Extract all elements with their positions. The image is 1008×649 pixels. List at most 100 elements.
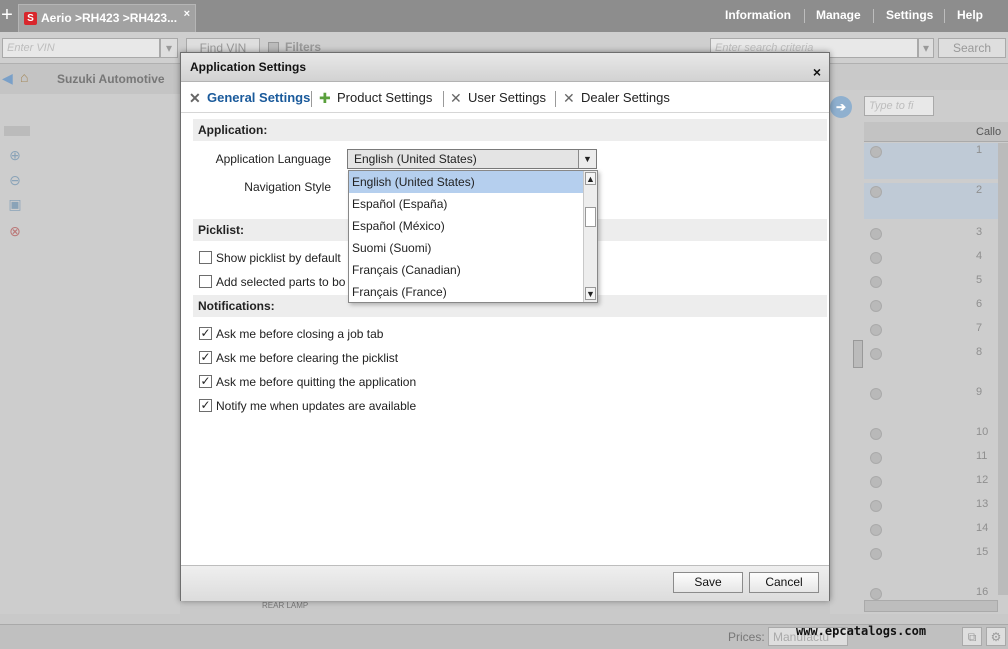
search-button[interactable]: Search — [938, 38, 1006, 58]
callout-row-icon[interactable] — [870, 252, 882, 264]
notification-checkbox[interactable]: ✓ — [199, 375, 212, 388]
notification-checkbox[interactable]: ✓ — [199, 351, 212, 364]
tools-icon: ✕ — [563, 90, 575, 106]
new-tab-button[interactable]: + — [0, 4, 14, 26]
callout-filter-input[interactable]: Type to fi — [864, 96, 934, 116]
callout-hscrollbar[interactable] — [864, 600, 998, 612]
callout-row-icon[interactable] — [870, 588, 882, 600]
callout-row-number: 5 — [976, 274, 983, 286]
tab-divider — [443, 91, 444, 107]
job-tab[interactable]: S Aerio >RH423 >RH423... × — [18, 4, 196, 32]
callout-row-icon[interactable] — [870, 524, 882, 536]
notification-label: Ask me before closing a job tab — [216, 327, 384, 341]
tab-divider — [311, 91, 312, 107]
callout-row-icon[interactable] — [870, 186, 882, 198]
navigation-style-label: Navigation Style — [244, 180, 331, 194]
language-option[interactable]: Español (España) — [349, 193, 583, 215]
tab-user-settings[interactable]: ✕ User Settings — [448, 83, 546, 113]
callout-row-icon[interactable] — [870, 300, 882, 312]
callout-row-number: 16 — [976, 586, 989, 598]
callout-row-number: 2 — [976, 184, 983, 196]
dropdown-scrollbar[interactable]: ▲ ▼ — [583, 171, 597, 302]
close-tab-icon[interactable]: × — [184, 1, 190, 27]
breadcrumb-label[interactable]: Suzuki Automotive — [57, 72, 165, 86]
scroll-down-icon[interactable]: ▼ — [585, 287, 596, 300]
notification-checkbox[interactable]: ✓ — [199, 327, 212, 340]
back-arrow-icon[interactable]: ◀ — [2, 70, 13, 87]
callout-row-number: 14 — [976, 522, 989, 534]
callout-row-number: 7 — [976, 322, 983, 334]
save-button[interactable]: Save — [673, 572, 743, 593]
callout-row-number: 9 — [976, 386, 983, 398]
picklist-checkbox-1[interactable] — [199, 275, 212, 288]
callout-row-number: 15 — [976, 546, 989, 558]
callout-col-header: Callo — [976, 126, 1002, 138]
cancel-button[interactable]: Cancel — [749, 572, 819, 593]
fit-icon[interactable]: ▣ — [6, 195, 24, 213]
tab-dealer-settings[interactable]: ✕ Dealer Settings — [561, 83, 670, 113]
language-option[interactable]: Français (Canadian) — [349, 259, 583, 281]
callout-row-icon[interactable] — [870, 452, 882, 464]
callout-row-icon[interactable] — [870, 228, 882, 240]
language-option[interactable]: Français (France) — [349, 281, 583, 302]
callout-row-icon[interactable] — [870, 348, 882, 360]
callout-row-number: 8 — [976, 346, 983, 358]
nav-divider — [804, 9, 805, 23]
picklist-checkbox-0[interactable] — [199, 251, 212, 264]
callout-row-icon[interactable] — [870, 548, 882, 560]
nav-manage[interactable]: Manage — [816, 8, 861, 22]
panel-splitter[interactable] — [853, 340, 863, 368]
application-settings-dialog: Application Settings × ✕ General Settings… — [180, 52, 830, 601]
vin-input[interactable]: Enter VIN — [2, 38, 160, 58]
scroll-up-icon[interactable]: ▲ — [585, 172, 596, 185]
prices-label: Prices: — [728, 630, 765, 644]
callout-row-icon[interactable] — [870, 500, 882, 512]
vin-dropdown-icon[interactable]: ▾ — [160, 38, 178, 58]
tool-handle — [4, 126, 30, 136]
scroll-thumb[interactable] — [585, 207, 596, 227]
callout-row-icon[interactable] — [870, 428, 882, 440]
callout-row-icon[interactable] — [870, 476, 882, 488]
language-option[interactable]: Español (México) — [349, 215, 583, 237]
notification-checkbox[interactable]: ✓ — [199, 399, 212, 412]
clear-zoom-icon[interactable]: ⊗ — [6, 222, 24, 240]
chevron-down-icon[interactable]: ▼ — [578, 150, 596, 168]
callout-row-icon[interactable] — [870, 146, 882, 158]
tab-label: Product Settings — [337, 90, 433, 105]
language-dropdown-list: English (United States) Español (España) E… — [348, 170, 598, 303]
callout-row-icon[interactable] — [870, 388, 882, 400]
nav-information[interactable]: Information — [725, 8, 791, 22]
language-select-value: English (United States) — [354, 152, 477, 166]
wrench-icon: ✕ — [189, 90, 201, 106]
callout-scrollbar[interactable] — [998, 143, 1008, 595]
tab-label: Dealer Settings — [581, 90, 670, 105]
suzuki-logo-icon: S — [24, 12, 37, 25]
zoom-in-icon[interactable]: ⊕ — [6, 146, 24, 164]
job-tab-label: Aerio >RH423 >RH423... — [41, 11, 178, 25]
window-icon[interactable]: ⧉ — [962, 627, 982, 646]
section-application: Application: — [193, 119, 827, 141]
zoom-out-icon[interactable]: ⊖ — [6, 171, 24, 189]
callout-row-number: 3 — [976, 226, 983, 238]
callout-row-icon[interactable] — [870, 276, 882, 288]
language-option[interactable]: Suomi (Suomi) — [349, 237, 583, 259]
callout-row-icon[interactable] — [870, 324, 882, 336]
nav-divider — [944, 9, 945, 23]
tab-general-settings[interactable]: ✕ General Settings — [187, 83, 310, 113]
language-select[interactable]: English (United States) ▼ — [347, 149, 597, 169]
notification-label: Notify me when updates are available — [216, 399, 417, 413]
home-icon[interactable]: ⌂ — [20, 69, 28, 85]
nav-help[interactable]: Help — [957, 8, 983, 22]
language-option[interactable]: English (United States) — [349, 171, 583, 193]
callout-row-number: 11 — [976, 450, 988, 462]
callout-row-number: 10 — [976, 426, 989, 438]
dialog-title-bar: Application Settings × — [181, 53, 829, 82]
callout-header: Callo — [864, 122, 1008, 142]
search-dropdown-icon[interactable]: ▾ — [918, 38, 934, 58]
tools-icon: ✕ — [450, 90, 462, 106]
tab-divider — [555, 91, 556, 107]
settings-icon[interactable]: ⚙ — [986, 627, 1006, 646]
forward-arrow-icon[interactable]: ➔ — [830, 96, 852, 118]
tab-product-settings[interactable]: ✚ Product Settings — [317, 83, 432, 113]
nav-settings[interactable]: Settings — [886, 8, 933, 22]
